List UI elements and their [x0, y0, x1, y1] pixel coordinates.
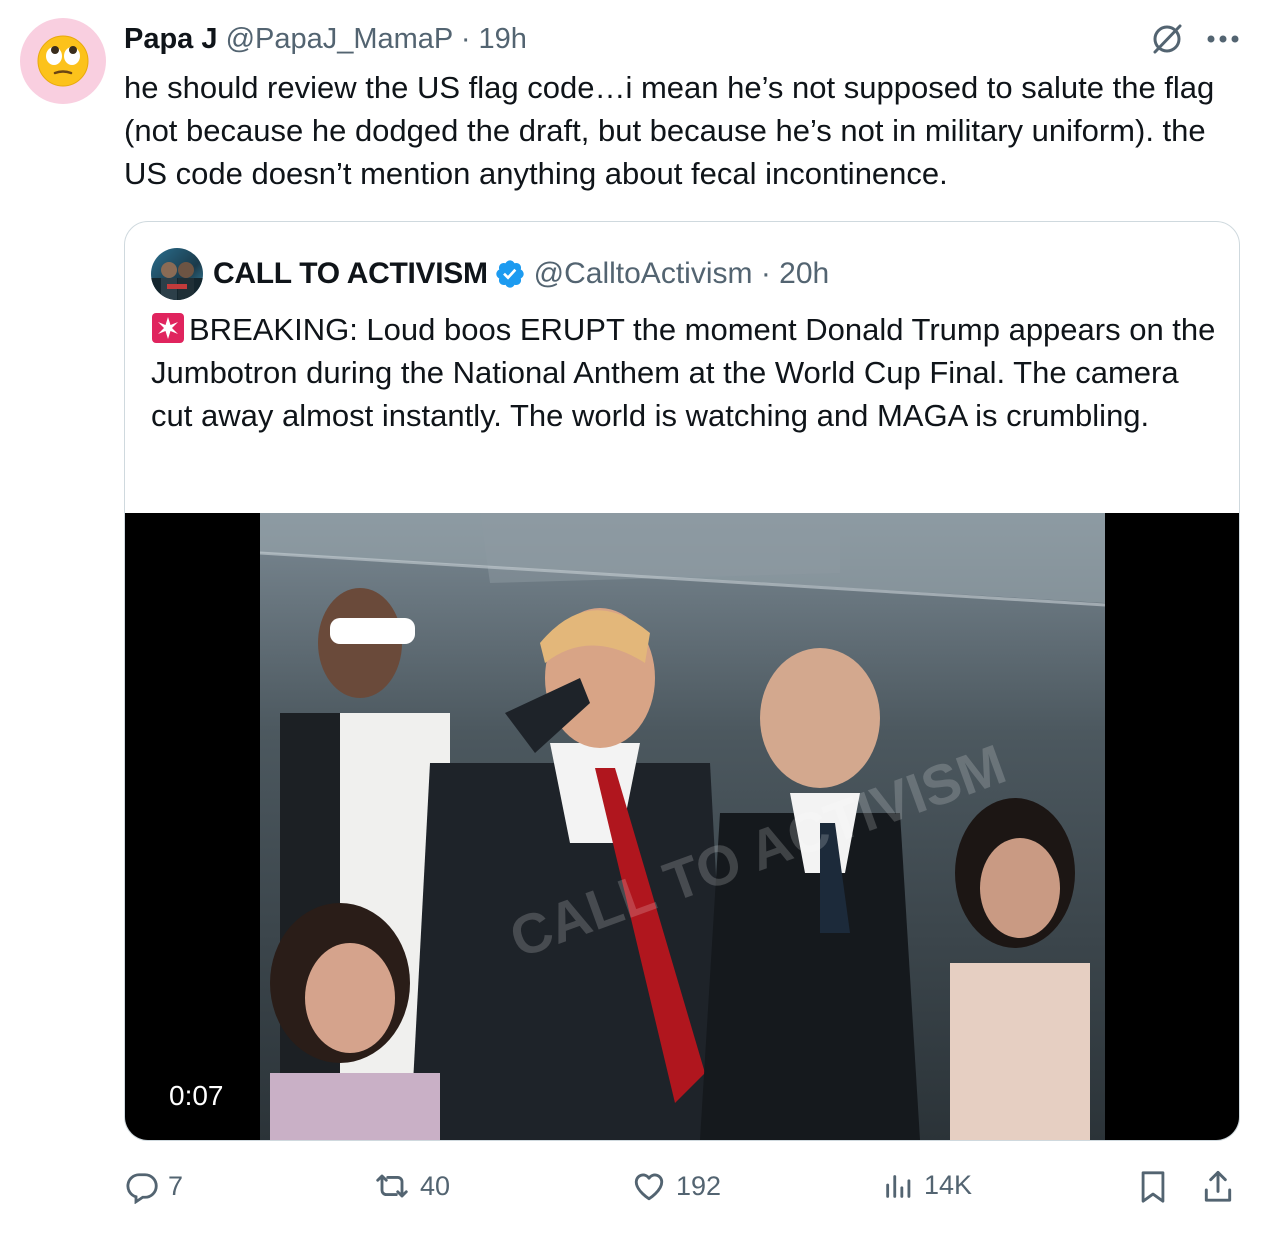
- video-duration: 0:07: [159, 1074, 234, 1118]
- share-icon: [1200, 1168, 1236, 1206]
- bookmark-icon: [1136, 1168, 1170, 1206]
- tweet-time[interactable]: 19h: [479, 23, 527, 55]
- separator-dot: ·: [460, 23, 471, 55]
- reply-icon: [124, 1168, 160, 1204]
- tweet-action-bar: 7 40 192 14K: [124, 1168, 1244, 1212]
- grok-icon[interactable]: [1150, 22, 1184, 56]
- quoted-tweet-body: BREAKING: Loud boos ERUPT the moment Don…: [151, 312, 1216, 433]
- share-button[interactable]: [1200, 1168, 1236, 1206]
- quoted-tweet-text: BREAKING: Loud boos ERUPT the moment Don…: [151, 308, 1221, 437]
- like-button[interactable]: 192: [630, 1168, 721, 1204]
- face-with-rolling-eyes-icon: [37, 35, 89, 87]
- video-frame[interactable]: CALL TO ACTIVISM: [260, 513, 1105, 1140]
- quoted-tweet[interactable]: CALL TO ACTIVISM @CalltoActivism · 20h B…: [124, 221, 1240, 1141]
- video-still-image: CALL TO ACTIVISM: [260, 513, 1105, 1140]
- reply-button[interactable]: 7: [124, 1168, 183, 1204]
- quoted-tweet-header: CALL TO ACTIVISM @CalltoActivism · 20h: [151, 248, 829, 300]
- quoted-author-name[interactable]: CALL TO ACTIVISM: [213, 257, 488, 291]
- author-handle[interactable]: @PapaJ_MamaP: [226, 23, 453, 55]
- verified-badge-icon: [494, 258, 526, 290]
- repost-button[interactable]: 40: [372, 1168, 450, 1204]
- quoted-author-avatar[interactable]: [151, 248, 203, 300]
- tweet-header: Papa J @PapaJ_MamaP · 19h: [124, 22, 527, 56]
- like-count: 192: [676, 1170, 722, 1201]
- video-player[interactable]: CALL TO ACTIVISM 0:07: [125, 513, 1239, 1140]
- siren-emoji-icon: [151, 312, 185, 344]
- repost-count: 40: [420, 1170, 451, 1201]
- view-count: 14K: [924, 1169, 973, 1200]
- heart-icon: [630, 1168, 668, 1204]
- quoted-author-handle[interactable]: @CalltoActivism: [534, 257, 753, 291]
- analytics-icon: [882, 1168, 916, 1202]
- separator-dot: ·: [752, 257, 780, 290]
- more-options-icon[interactable]: [1206, 34, 1240, 44]
- author-avatar[interactable]: [20, 18, 106, 104]
- tweet-text: he should review the US flag code…i mean…: [124, 70, 1215, 191]
- reply-count: 7: [168, 1170, 184, 1201]
- bookmark-button[interactable]: [1136, 1168, 1170, 1206]
- author-name[interactable]: Papa J: [124, 23, 218, 55]
- tweet-top-actions: [1150, 22, 1240, 56]
- quoted-tweet-time[interactable]: 20h: [779, 257, 829, 291]
- repost-icon: [372, 1168, 412, 1204]
- views-button[interactable]: 14K: [882, 1168, 972, 1202]
